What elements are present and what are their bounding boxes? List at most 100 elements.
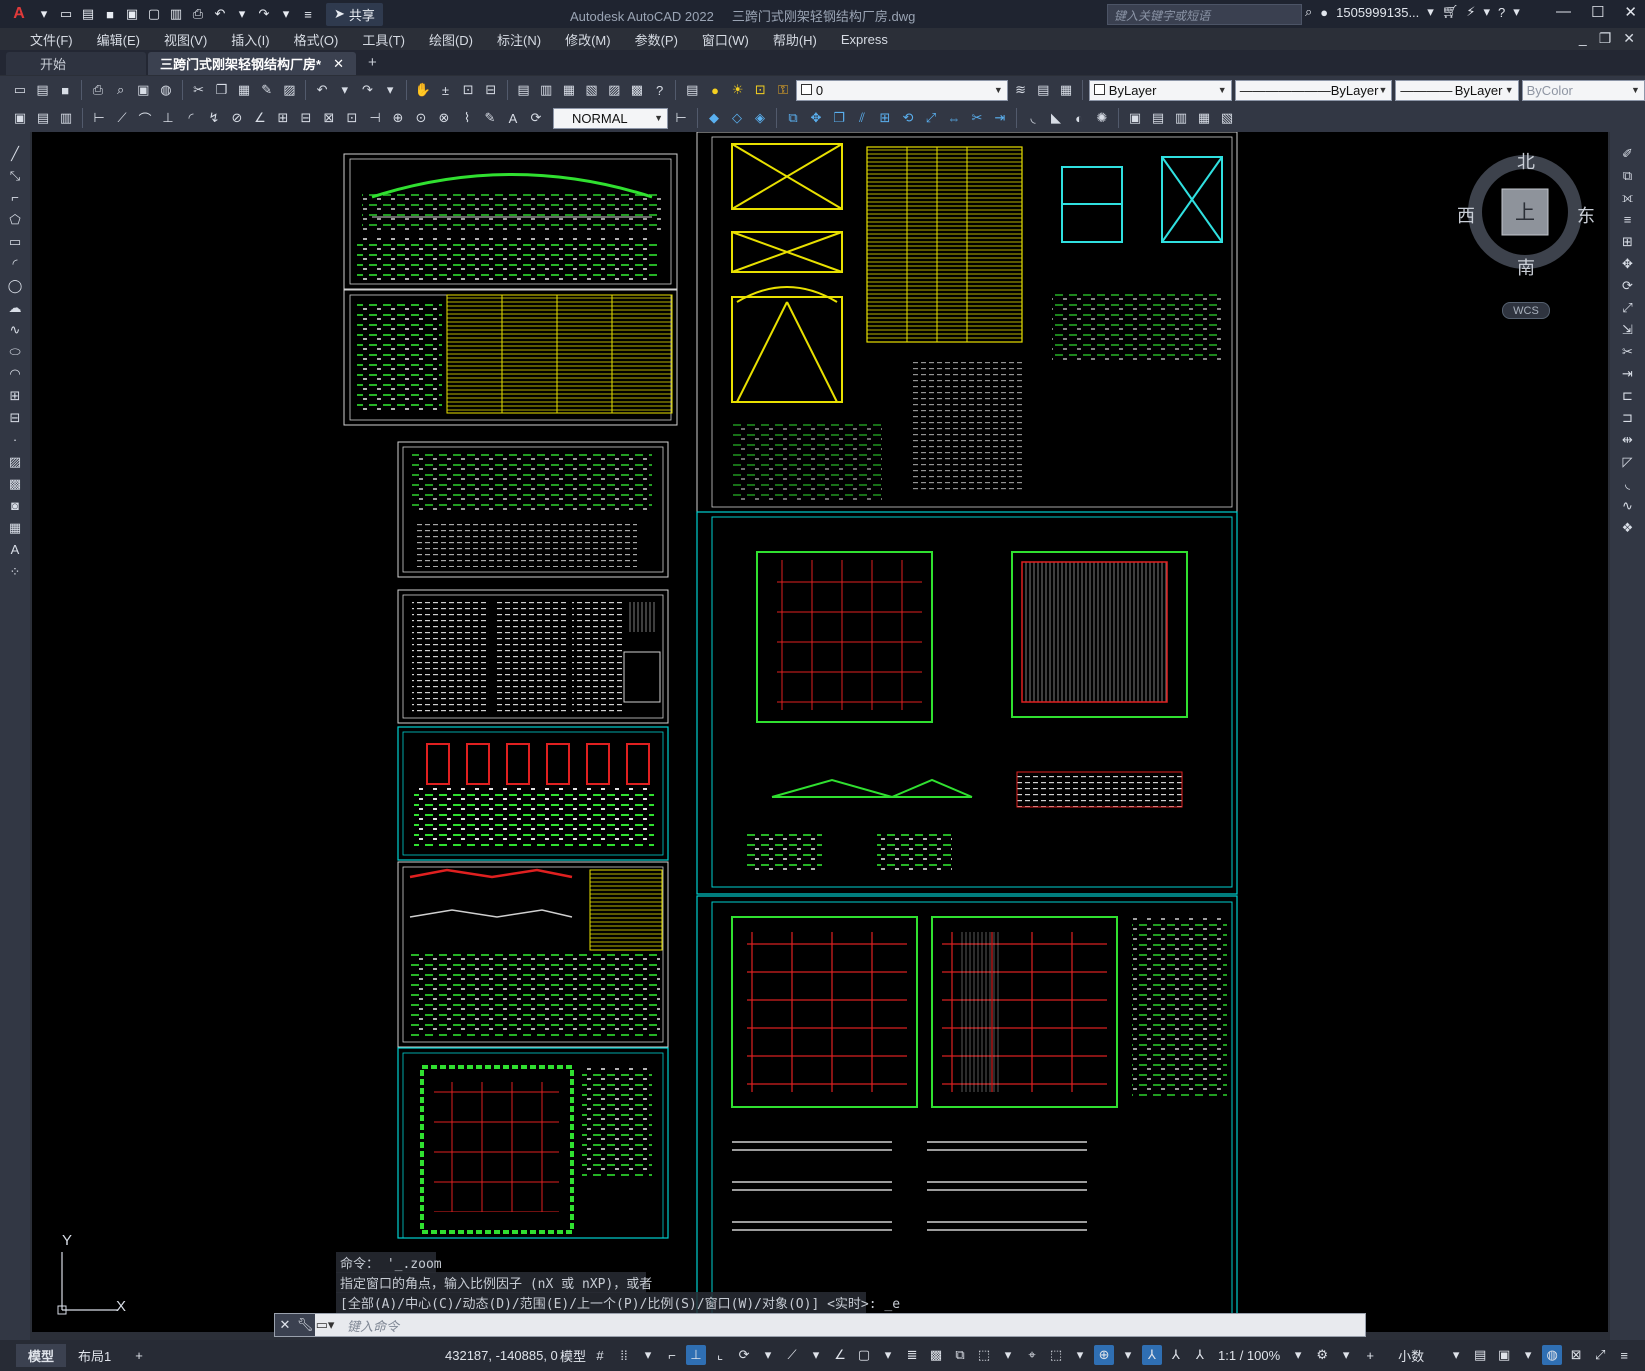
insert-block-icon[interactable]: ▣ bbox=[1125, 108, 1145, 128]
tolerance-icon[interactable]: ⊕ bbox=[388, 108, 408, 128]
viewcube-east[interactable]: 东 bbox=[1577, 202, 1595, 228]
autodesk-a360-icon[interactable]: ⚡ bbox=[1466, 4, 1475, 20]
break-icon[interactable]: ⊐ bbox=[1617, 408, 1639, 427]
grid-icon[interactable]: # bbox=[590, 1345, 610, 1365]
scale-icon[interactable]: ⤢ bbox=[921, 108, 941, 128]
menu-parametric[interactable]: 参数(P) bbox=[623, 30, 690, 49]
transparency-icon[interactable]: ▩ bbox=[926, 1345, 946, 1365]
tool-palettes-icon[interactable]: ▦ bbox=[559, 80, 579, 100]
workspace-icon[interactable]: ⚙ bbox=[1312, 1345, 1332, 1365]
array-icon[interactable]: ⊞ bbox=[1617, 232, 1639, 251]
polygon-icon[interactable]: ⬠ bbox=[4, 210, 26, 229]
close-icon[interactable]: ✕ bbox=[1624, 3, 1637, 21]
save-web-icon[interactable]: ▥ bbox=[166, 4, 186, 24]
baseline-dim-icon[interactable]: ⊟ bbox=[296, 108, 316, 128]
make-current-icon[interactable]: ≋ bbox=[1011, 80, 1031, 100]
stretch-icon[interactable]: ⇲ bbox=[1617, 320, 1639, 339]
revcloud-icon[interactable]: ☁ bbox=[4, 298, 26, 317]
annotation-visibility-icon[interactable]: ⅄ bbox=[1142, 1345, 1163, 1365]
construction-line-icon[interactable]: ⤡ bbox=[4, 166, 26, 185]
mirror-icon[interactable]: ⧉ bbox=[783, 108, 803, 128]
snap-dropdown-icon[interactable]: ▾ bbox=[638, 1345, 658, 1365]
block-editor-icon[interactable]: ▨ bbox=[280, 80, 300, 100]
share-button[interactable]: ➤ 共享 bbox=[326, 2, 383, 26]
zoom-window-icon[interactable]: ⊡ bbox=[458, 80, 478, 100]
model-space-button[interactable]: 模型 bbox=[560, 1345, 586, 1365]
ortho-icon[interactable]: ⌞ bbox=[710, 1345, 730, 1365]
redo-dropdown-icon[interactable]: ▾ bbox=[276, 4, 296, 24]
chamfer-icon[interactable]: ◸ bbox=[1617, 452, 1639, 471]
offset-icon[interactable]: ≡ bbox=[1617, 210, 1639, 229]
annotation-scale-icon[interactable]: ⅄ bbox=[1190, 1345, 1210, 1365]
copy-object-icon[interactable]: ❐ bbox=[829, 108, 849, 128]
markup-icon[interactable]: ▨ bbox=[604, 80, 624, 100]
ordinate-dim-icon[interactable]: ⊥ bbox=[158, 108, 178, 128]
search-icon[interactable]: ⌕ bbox=[1305, 4, 1312, 20]
redo-icon[interactable]: ↷ bbox=[358, 80, 378, 100]
zoom-previous-icon[interactable]: ⊟ bbox=[481, 80, 501, 100]
3d-print-icon[interactable]: ◍ bbox=[156, 80, 176, 100]
search-input[interactable]: 键入关键字或短语 bbox=[1107, 4, 1302, 25]
polar-dropdown-icon[interactable]: ▾ bbox=[758, 1345, 778, 1365]
viewcube-north[interactable]: 北 bbox=[1517, 148, 1535, 174]
annotation-scale-label[interactable]: 1:1 / 100% bbox=[1214, 1345, 1284, 1365]
cut-icon[interactable]: ✂ bbox=[189, 80, 209, 100]
rectangle-icon[interactable]: ▭ bbox=[4, 232, 26, 251]
cart-icon[interactable]: 🛒︎ bbox=[1442, 4, 1459, 20]
selection-filter-dropdown-icon[interactable]: ▾ bbox=[1070, 1345, 1090, 1365]
object-snap-tracking-icon[interactable]: ∠ bbox=[830, 1345, 850, 1365]
edit-icon[interactable]: ◈ bbox=[750, 108, 770, 128]
menu-dimension[interactable]: 标注(N) bbox=[485, 30, 553, 49]
menu-window[interactable]: 窗口(W) bbox=[690, 30, 761, 49]
hatch-icon[interactable]: ▨ bbox=[4, 452, 26, 471]
properties-icon[interactable]: ▤ bbox=[514, 80, 534, 100]
surface-icon[interactable]: ◆ bbox=[704, 108, 724, 128]
make-block-icon[interactable]: ⊟ bbox=[4, 408, 26, 427]
tab-drawing[interactable]: 三跨门式刚架轻钢结构厂房* ✕ bbox=[148, 52, 356, 75]
menu-format[interactable]: 格式(O) bbox=[282, 30, 351, 49]
plotstyle-combo[interactable]: ByColor ▼ bbox=[1521, 79, 1645, 101]
layout-tab[interactable]: 布局1 bbox=[66, 1344, 123, 1367]
lock-ui-icon[interactable]: ▣ bbox=[1494, 1345, 1514, 1365]
clip-icon[interactable]: ▥ bbox=[1171, 108, 1191, 128]
dropdown-icon[interactable]: ▾ bbox=[34, 4, 54, 24]
menu-modify[interactable]: 修改(M) bbox=[553, 30, 623, 49]
doc-close-icon[interactable]: ✕ bbox=[1623, 30, 1635, 47]
zoom-realtime-icon[interactable]: ± bbox=[436, 80, 456, 100]
array-icon[interactable]: ⊞ bbox=[875, 108, 895, 128]
fillet-icon[interactable]: ◟ bbox=[1617, 474, 1639, 493]
point-icon[interactable]: · bbox=[4, 430, 26, 449]
help-icon[interactable]: ? bbox=[650, 80, 670, 100]
layer-combo[interactable]: 0 ▼ bbox=[795, 79, 1008, 101]
offset-icon[interactable]: ⫽ bbox=[852, 108, 872, 128]
spline-icon[interactable]: ∿ bbox=[4, 320, 26, 339]
break-at-point-icon[interactable]: ⊏ bbox=[1617, 386, 1639, 405]
rotate-icon[interactable]: ⟲ bbox=[898, 108, 918, 128]
a360-dropdown-icon[interactable]: ▾ bbox=[1483, 4, 1490, 20]
open-web-icon[interactable]: ▢ bbox=[144, 4, 164, 24]
dim-style-icon[interactable]: ⊢ bbox=[671, 108, 691, 128]
save-icon[interactable]: ■ bbox=[100, 4, 120, 24]
linetype-combo[interactable]: ——————— ByLayer ▼ bbox=[1234, 79, 1393, 101]
adjust-icon[interactable]: ▦ bbox=[1194, 108, 1214, 128]
undo-icon[interactable]: ↶ bbox=[210, 4, 230, 24]
polyline-icon[interactable]: ⌐ bbox=[4, 188, 26, 207]
open-folder-icon[interactable]: ▤ bbox=[78, 4, 98, 24]
undo-dropdown-icon[interactable]: ▾ bbox=[232, 4, 252, 24]
isodraft-dropdown-icon[interactable]: ▾ bbox=[806, 1345, 826, 1365]
extend-icon[interactable]: ⇥ bbox=[1617, 364, 1639, 383]
dim-break-icon[interactable]: ⊣ bbox=[365, 108, 385, 128]
publish-icon[interactable]: ▣ bbox=[133, 80, 153, 100]
scale-icon[interactable]: ⤢ bbox=[1617, 298, 1639, 317]
selection-filter-icon[interactable]: ⬚ bbox=[1046, 1345, 1066, 1365]
viewcube[interactable]: 上 北 南 西 东 bbox=[1457, 152, 1595, 278]
express-tool-icon[interactable]: ▣ bbox=[10, 108, 30, 128]
plot-preview-icon[interactable]: ⌕ bbox=[111, 80, 131, 100]
plot-icon[interactable]: ⎙ bbox=[88, 80, 108, 100]
dim-update-icon[interactable]: ⟳ bbox=[526, 108, 546, 128]
design-center-icon[interactable]: ▥ bbox=[536, 80, 556, 100]
help-icon[interactable]: ? bbox=[1498, 5, 1505, 20]
clean-screen-icon[interactable]: ⤢ bbox=[1590, 1345, 1610, 1365]
minimize-icon[interactable]: — bbox=[1556, 3, 1571, 21]
menu-edit[interactable]: 编辑(E) bbox=[85, 30, 152, 49]
